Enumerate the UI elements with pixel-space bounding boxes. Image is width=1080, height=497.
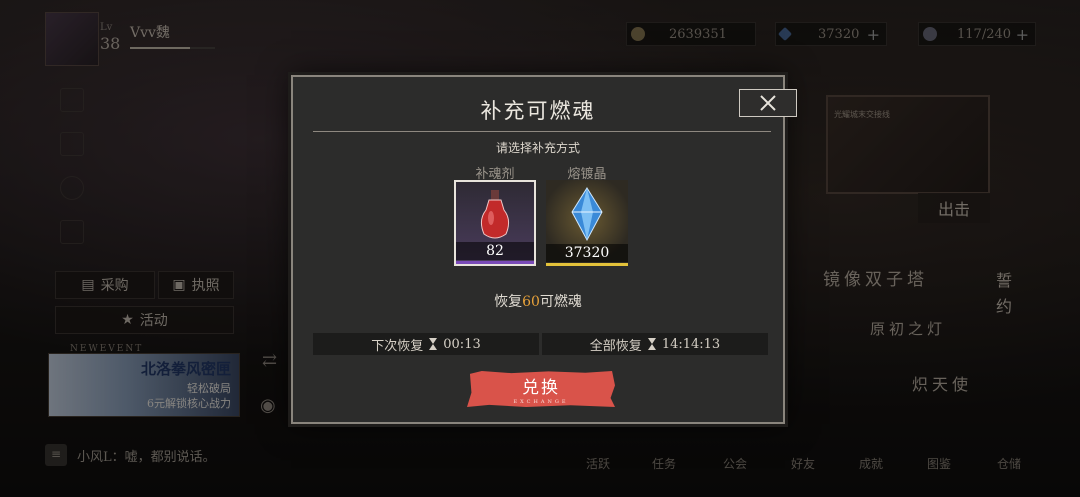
hourglass-icon [429,338,438,350]
potion-rarity-bar [456,261,534,264]
choose-method-label: 请选择补充方式 [495,141,580,155]
crystal-option[interactable]: 37320 [546,180,628,266]
restore-suffix: 可燃魂 [539,294,582,310]
exchange-button[interactable]: 兑换 EXCHANGE [467,371,615,407]
refill-soul-dialog: 补充可燃魂 请选择补充方式 补魂剂 82 熔镀晶 37320 恢复60可燃魂 下… [291,75,797,424]
potion-count: 82 [456,242,534,260]
crystal-count: 37320 [546,244,628,262]
full-restore-label: 全部恢复 [589,338,642,354]
exchange-sublabel: EXCHANGE [513,399,569,405]
full-restore-timer: 全部恢复 14:14:13 [542,333,768,355]
title-divider [313,131,771,132]
restore-prefix: 恢复 [494,294,523,310]
hourglass-icon [647,338,656,350]
next-restore-label: 下次恢复 [371,338,424,354]
next-restore-timer: 下次恢复 00:13 [313,333,539,355]
full-restore-time: 14:14:13 [661,336,721,352]
crystal-rarity-bar [546,263,628,266]
close-button[interactable] [739,89,797,117]
next-restore-time: 00:13 [443,336,481,352]
red-potion-icon [480,190,510,239]
blue-crystal-icon [571,187,603,242]
potion-option[interactable]: 82 [454,180,536,266]
dialog-title: 补充可燃魂 [480,99,596,123]
restore-amount: 60 [522,294,540,310]
close-icon [760,95,776,111]
restore-info: 恢复60可燃魂 [293,291,783,311]
exchange-label: 兑换 [522,378,560,398]
